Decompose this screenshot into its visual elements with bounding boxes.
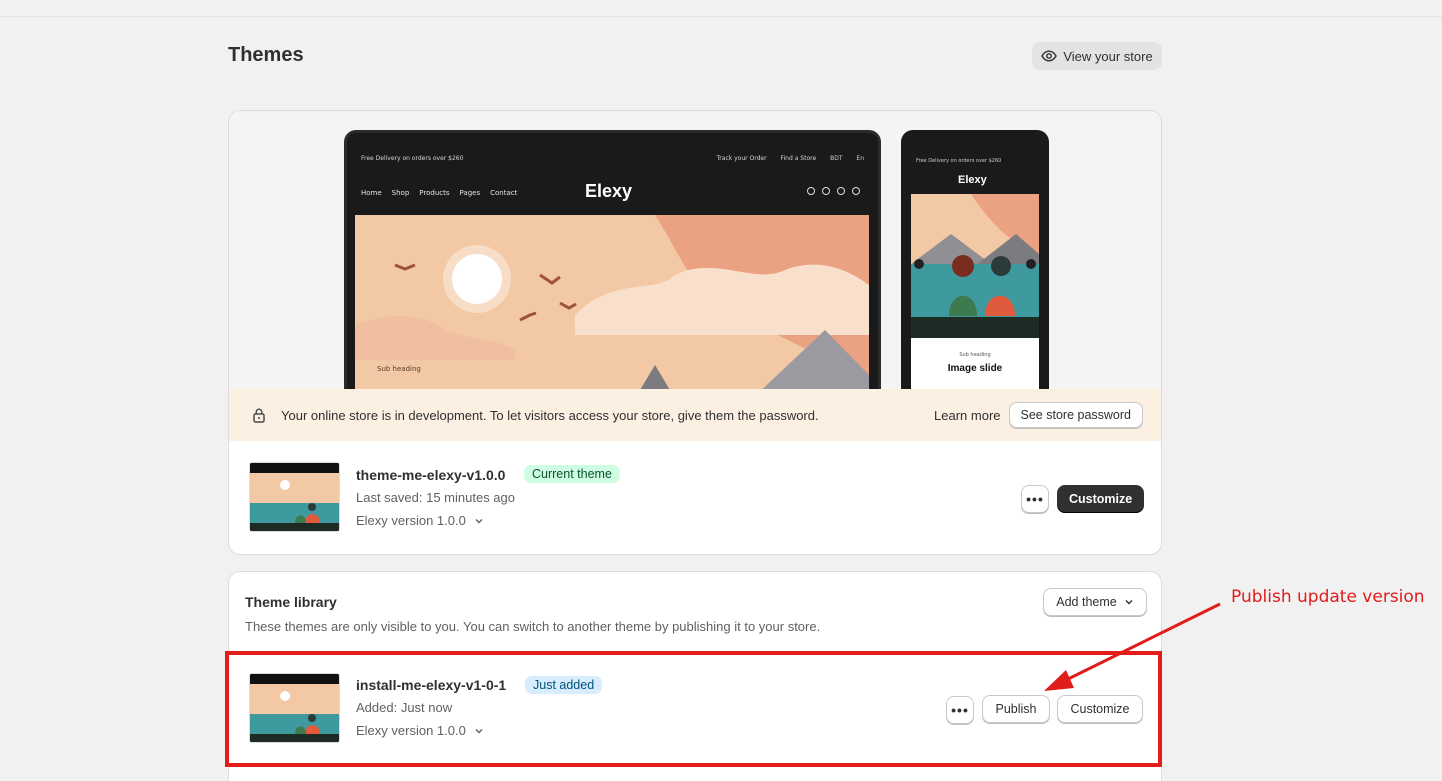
desktop-topbar-left: Free Delivery on orders over $260 xyxy=(361,155,464,162)
desktop-topbar-item: En xyxy=(856,155,864,162)
desktop-nav-item: Shop xyxy=(391,189,410,197)
development-message: Your online store is in development. To … xyxy=(281,407,819,423)
landscape-illustration xyxy=(355,215,869,389)
add-theme-button[interactable]: Add theme xyxy=(1043,588,1147,616)
chevron-down-icon xyxy=(1125,600,1133,605)
desktop-topbar-item: Find a Store xyxy=(780,155,817,162)
theme-preview[interactable]: Free Delivery on orders over $260 Track … xyxy=(229,111,1161,389)
desktop-logo: Elexy xyxy=(585,181,633,201)
view-store-label: View your store xyxy=(1063,48,1153,64)
desktop-topbar-item: Track your Order xyxy=(716,155,767,162)
desktop-sub-heading: Sub heading xyxy=(377,365,421,373)
current-theme-thumbnail[interactable] xyxy=(249,462,340,532)
desktop-topbar-item: BDT xyxy=(830,155,843,162)
current-theme-customize-button[interactable]: Customize xyxy=(1057,485,1145,513)
desktop-hero-image: Sub heading xyxy=(355,215,869,389)
version-label: Elexy version 1.0.0 xyxy=(356,513,466,528)
theme-library-description: These themes are only visible to you. Yo… xyxy=(245,619,821,634)
desktop-nav-item: Products xyxy=(419,189,450,197)
desktop-topbar: Free Delivery on orders over $260 Track … xyxy=(361,155,864,162)
highlight-box xyxy=(225,651,1162,767)
mobile-hero-image xyxy=(911,194,1039,339)
current-theme-more-button[interactable]: ••• xyxy=(1021,485,1049,513)
development-banner: Your online store is in development. To … xyxy=(229,389,1161,441)
last-saved-text: Last saved: 15 minutes ago xyxy=(356,490,515,505)
lock-icon xyxy=(253,408,265,423)
theme-thumbnail-image xyxy=(250,463,339,531)
page-title: Themes xyxy=(228,44,304,66)
desktop-nav-item: Contact xyxy=(490,189,518,197)
mobile-sub-heading: Sub heading xyxy=(959,352,991,358)
mobile-slide-title: Image slide xyxy=(947,363,1003,374)
view-store-button[interactable]: View your store xyxy=(1032,42,1162,70)
annotation-text: Publish update version xyxy=(1231,587,1425,607)
mobile-slide-caption: Sub heading Image slide xyxy=(911,338,1039,389)
see-store-password-button[interactable]: See store password xyxy=(1008,402,1143,428)
add-theme-label: Add theme xyxy=(1056,595,1117,609)
current-theme-badge: Current theme xyxy=(524,465,620,483)
desktop-nav: Home Shop Products Pages Contact xyxy=(361,189,517,197)
mobile-topbar: Free Delivery on orders over $260 xyxy=(916,158,1002,164)
mobile-logo: Elexy xyxy=(958,174,987,186)
desktop-nav-item: Home xyxy=(361,189,382,197)
current-theme-version[interactable]: Elexy version 1.0.0 xyxy=(356,513,484,528)
desktop-preview: Free Delivery on orders over $260 Track … xyxy=(344,130,881,389)
top-divider xyxy=(0,16,1442,17)
theme-library-title: Theme library xyxy=(245,594,337,610)
learn-more-link[interactable]: Learn more xyxy=(934,408,1000,423)
people-illustration xyxy=(911,194,1039,339)
current-theme-name: theme-me-elexy-v1.0.0 xyxy=(356,467,506,483)
mobile-preview: Free Delivery on orders over $260 Elexy xyxy=(901,130,1049,389)
desktop-nav-item: Pages xyxy=(459,189,481,197)
current-theme-row: theme-me-elexy-v1.0.0 Current theme Last… xyxy=(229,441,1161,553)
eye-icon xyxy=(1041,50,1058,62)
desktop-header-icons xyxy=(807,187,860,195)
chevron-down-icon xyxy=(475,518,483,523)
current-theme-card: Free Delivery on orders over $260 Track … xyxy=(228,110,1162,555)
